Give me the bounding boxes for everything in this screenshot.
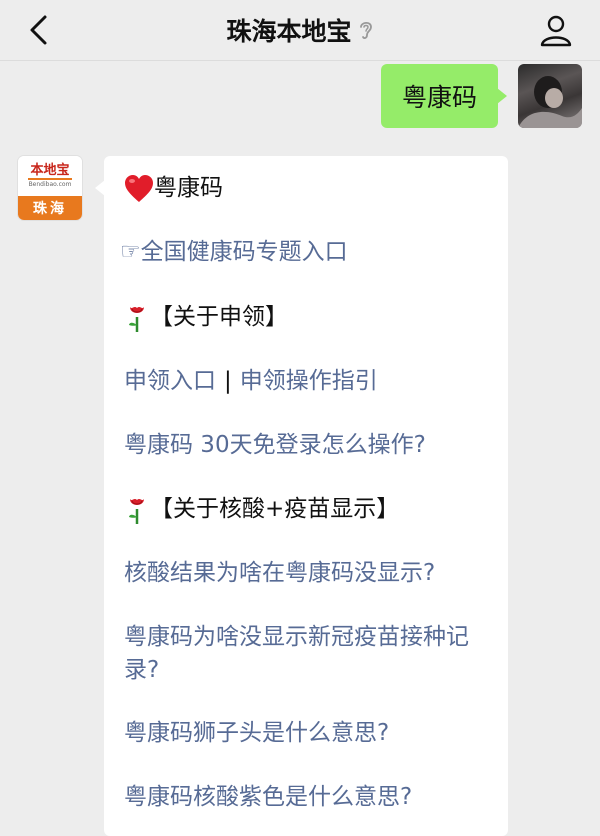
title-container: 珠海本地宝 bbox=[0, 0, 600, 60]
section-nucleic-label: 【关于核酸+疫苗显示】 bbox=[150, 496, 400, 522]
incoming-message-bubble: 粤康码 ☞全国健康码专题入口 【关于申领】 申领入口 | 申领操作指引 粤康码 30… bbox=[95, 156, 508, 836]
rose-icon bbox=[129, 306, 144, 332]
chat-title: 珠海本地宝 bbox=[226, 17, 352, 46]
rose-icon bbox=[129, 498, 144, 524]
my-avatar[interactable] bbox=[518, 64, 582, 128]
section-apply-heading: 【关于申领】 bbox=[124, 301, 288, 333]
section-nucleic-heading: 【关于核酸+疫苗显示】 bbox=[124, 493, 399, 525]
q-nucleic-result-link[interactable]: 核酸结果为啥在粤康码没显示? bbox=[124, 557, 435, 589]
outgoing-message-bubble[interactable]: 粤康码 bbox=[381, 64, 507, 128]
ear-icon bbox=[358, 19, 374, 41]
apply-entry-link[interactable]: 申领入口 bbox=[124, 368, 216, 394]
apply-guide-link[interactable]: 申领操作指引 bbox=[240, 368, 378, 394]
user-icon bbox=[540, 15, 572, 47]
outgoing-message-text: 粤康码 bbox=[401, 83, 477, 112]
section-apply-label: 【关于申领】 bbox=[150, 304, 288, 330]
profile-button[interactable] bbox=[536, 10, 576, 50]
national-entry-link[interactable]: ☞全国健康码专题入口 bbox=[120, 236, 348, 268]
q-30day-link[interactable]: 粤康码 30天免登录怎么操作? bbox=[124, 429, 426, 461]
logo-city: 珠海 bbox=[33, 201, 67, 217]
q-vaccine-record-link[interactable]: 粤康码为啥没显示新冠疫苗接种记录? bbox=[124, 621, 494, 687]
red-heart-icon bbox=[125, 174, 153, 202]
logo-text: 本地宝 bbox=[28, 162, 72, 180]
logo-url: Bendibao.com bbox=[28, 180, 72, 188]
top-nav-bar: 珠海本地宝 bbox=[0, 0, 600, 61]
reply-title-line: 粤康码 bbox=[124, 172, 223, 204]
link-separator: | bbox=[224, 368, 232, 394]
reply-title: 粤康码 bbox=[154, 175, 223, 201]
bendibao-logo: 本地宝 Bendibao.com bbox=[18, 156, 82, 196]
avatar-photo bbox=[518, 76, 582, 128]
q-lion-head-link[interactable]: 粤康码狮子头是什么意思? bbox=[124, 717, 389, 749]
apply-links-line: 申领入口 | 申领操作指引 bbox=[124, 365, 378, 397]
logo-city-band: 珠海 bbox=[18, 196, 82, 220]
bot-avatar[interactable]: 本地宝 Bendibao.com 珠海 bbox=[18, 156, 82, 220]
q-purple-link[interactable]: 粤康码核酸紫色是什么意思? bbox=[124, 781, 412, 813]
